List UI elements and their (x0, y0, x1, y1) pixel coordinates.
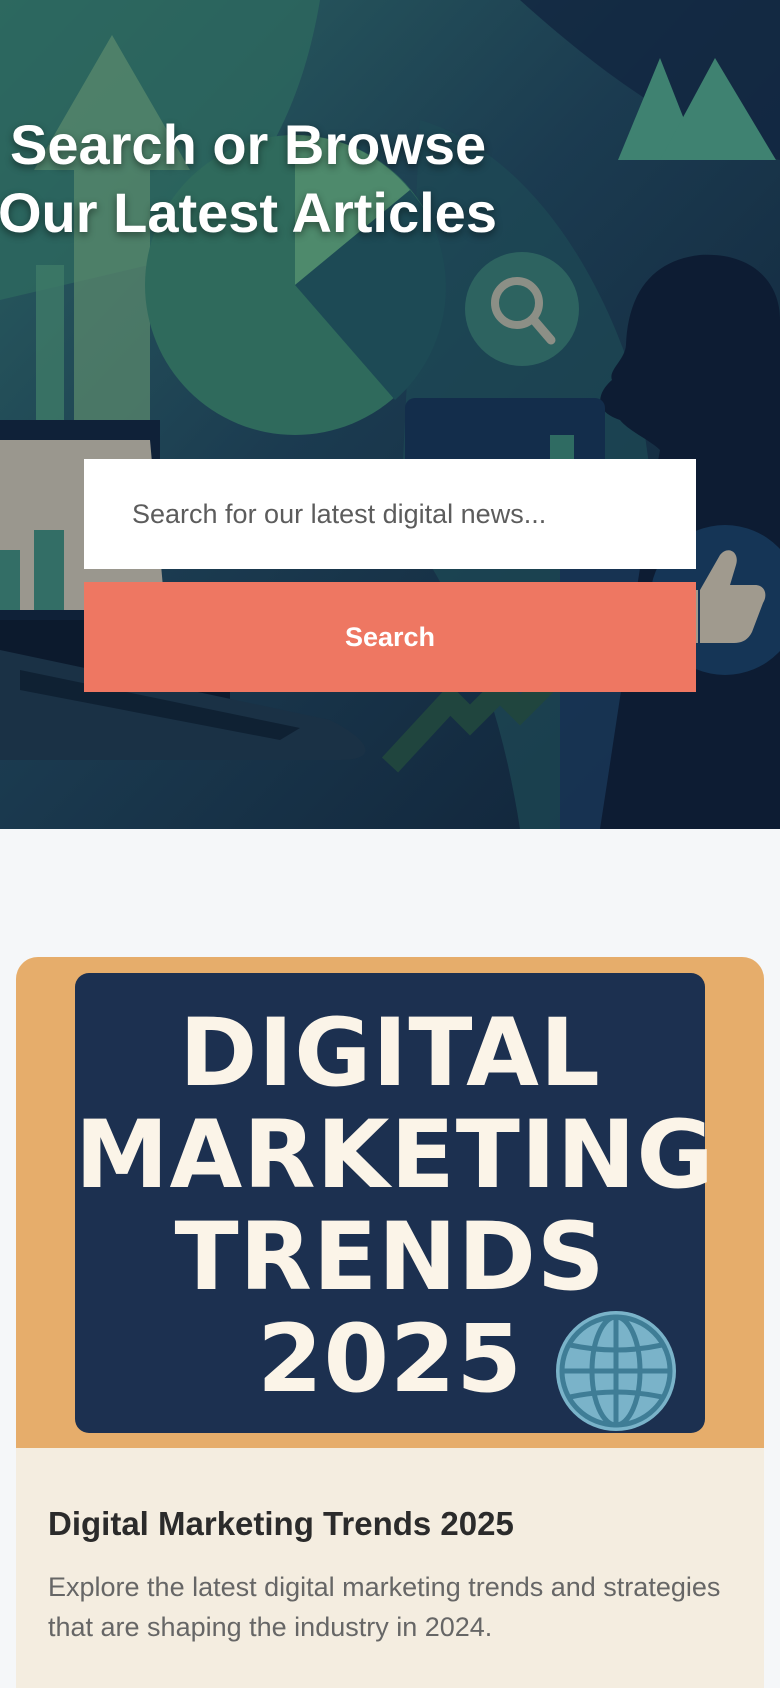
article-card[interactable]: DIGITAL MARKETING TRENDS 2025 Digital Ma… (16, 957, 764, 1688)
article-image-text-line: MARKETING (75, 1101, 715, 1210)
search-input[interactable] (84, 459, 696, 569)
hero-title-line-2: Our Latest Articles (0, 181, 497, 244)
hero-banner: Search or Browse Our Latest Articles Sea… (0, 0, 780, 829)
article-description: Explore the latest digital marketing tre… (48, 1572, 721, 1642)
article-title[interactable]: Digital Marketing Trends 2025 (48, 1505, 738, 1543)
article-image[interactable]: DIGITAL MARKETING TRENDS 2025 (16, 957, 764, 1448)
article-image-text-line: TRENDS (174, 1203, 606, 1312)
article-image-text-line: DIGITAL (179, 999, 601, 1108)
search-button[interactable]: Search (84, 582, 696, 692)
hero-title: Search or Browse Our Latest Articles (0, 111, 558, 247)
hero-title-line-1: Search or Browse (10, 113, 487, 176)
globe-icon (556, 1311, 676, 1431)
